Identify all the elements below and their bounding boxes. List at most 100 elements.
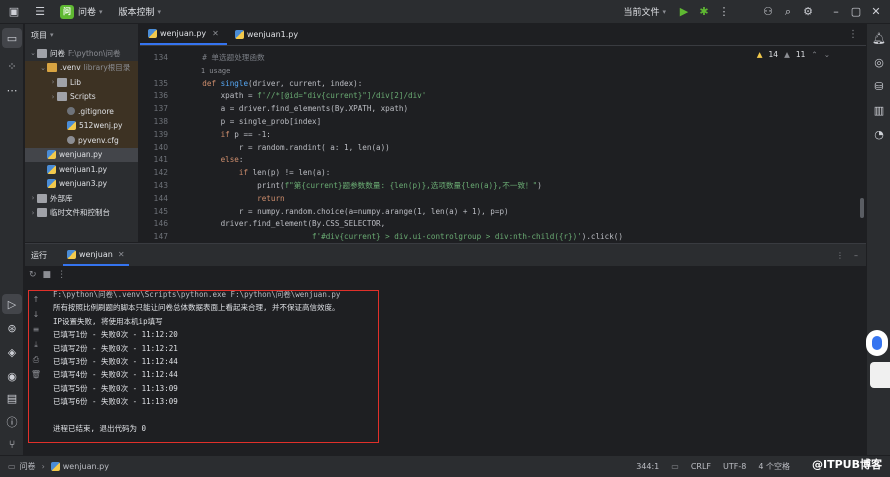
hamburger-icon[interactable]: ☰: [30, 2, 50, 22]
cursor-position[interactable]: 344:1: [636, 462, 659, 471]
tree-item[interactable]: › Scripts: [25, 89, 138, 104]
run-panel-header: 运行 wenjuan ✕ ⋮ –: [25, 244, 866, 266]
line-number: 143: [153, 180, 168, 190]
vcs-menu[interactable]: 版本控制 ▾: [119, 0, 162, 24]
problems-icon[interactable]: ⓘ: [2, 412, 22, 432]
code-line[interactable]: a = driver.find_elements(By.XPATH, xpath…: [184, 103, 836, 116]
code-line[interactable]: print(f"第{current}题参数数量: {len(p)},选项数量{l…: [184, 180, 836, 193]
close-icon[interactable]: ✕: [866, 2, 886, 22]
close-icon[interactable]: ✕: [212, 29, 219, 38]
tree-item[interactable]: › Lib: [25, 75, 138, 90]
tree-item-label: 512wenj.py: [79, 121, 123, 131]
project-badge: 问: [60, 4, 74, 19]
tree-item[interactable]: › 临时文件和控制台: [25, 206, 138, 221]
indent-setting[interactable]: 4 个空格: [758, 461, 790, 472]
chevron-right-icon[interactable]: ›: [29, 209, 37, 217]
tree-item[interactable]: ⌄ .venv library根目录: [25, 60, 138, 75]
tab-wenjuan-py[interactable]: wenjuan.py ✕: [140, 24, 227, 45]
more-icon[interactable]: ⋮: [57, 270, 66, 280]
close-icon[interactable]: ✕: [118, 250, 125, 259]
code-line[interactable]: # 单选题处理函数: [184, 52, 836, 65]
run-tab[interactable]: wenjuan ✕: [63, 244, 129, 266]
code-line[interactable]: def single(driver, current, index):: [184, 78, 836, 91]
python-file-icon: [67, 121, 76, 131]
line-number: 136: [153, 91, 168, 101]
code-content[interactable]: # 单选题处理函数 1 usage def single(driver, cur…: [184, 52, 836, 242]
code-line[interactable]: else:: [184, 154, 836, 167]
chevron-down-icon[interactable]: ⌄: [39, 64, 47, 72]
terminal-icon[interactable]: ▤: [2, 388, 22, 408]
python-file-icon: [47, 164, 56, 174]
tree-item[interactable]: wenjuan1.py: [25, 162, 138, 177]
more-icon[interactable]: ⋮: [836, 251, 844, 260]
code-line[interactable]: if len(p) != len(a):: [184, 167, 836, 180]
tree-item-label: wenjuan3.py: [59, 179, 108, 189]
code-line[interactable]: r = random.randint( a: 1, len(a)): [184, 142, 836, 155]
run-icon[interactable]: ▶: [674, 2, 694, 22]
database-icon[interactable]: ⛁: [869, 76, 889, 96]
editor-scrollbar[interactable]: [860, 198, 864, 218]
ai-assistant-icon[interactable]: ◎: [869, 52, 889, 72]
more-tools-icon[interactable]: ⋯: [2, 80, 22, 100]
services-icon[interactable]: ◉: [2, 366, 22, 386]
breadcrumb-root[interactable]: 问卷: [20, 461, 36, 472]
tree-item[interactable]: ⌄ 问卷 F:\python\问卷: [25, 46, 138, 61]
tree-item-label: 问卷: [50, 48, 65, 58]
minimize-panel-icon[interactable]: –: [854, 251, 858, 260]
code-line[interactable]: p = single_prob[index]: [184, 116, 836, 129]
project-panel-header[interactable]: 项目 ▾: [25, 24, 138, 46]
floating-side-panel-icon[interactable]: [870, 362, 890, 388]
watermark: @ITPUB博客: [812, 458, 882, 471]
sciview-icon[interactable]: ▥: [869, 100, 889, 120]
code-line[interactable]: return: [184, 193, 836, 206]
rerun-icon[interactable]: ↻: [29, 270, 37, 280]
tab-label: wenjuan.py: [160, 28, 207, 38]
coverage-icon[interactable]: ◔: [869, 124, 889, 144]
tree-item[interactable]: wenjuan.py: [25, 147, 138, 162]
settings-icon[interactable]: ⚙: [798, 2, 818, 22]
code-line[interactable]: f'#div{current} > div.ui-controlgroup > …: [184, 231, 836, 242]
python-packages-icon[interactable]: ⊛: [2, 318, 22, 338]
run-config-selector[interactable]: 当前文件 ▾: [623, 0, 666, 24]
code-line[interactable]: r = numpy.random.choice(a=numpy.arange(1…: [184, 206, 836, 219]
tree-item[interactable]: › 外部库: [25, 191, 138, 206]
notifications-icon[interactable]: 🔔︎: [869, 28, 889, 48]
python-file-icon: [47, 150, 56, 160]
code-line[interactable]: xpath = f'//*[@id="div{current}"]/div[2]…: [184, 90, 836, 103]
maximize-icon[interactable]: ▢: [846, 2, 866, 22]
debug-icon[interactable]: ✱: [694, 2, 714, 22]
chevron-down-icon: ▾: [50, 31, 54, 39]
encoding[interactable]: UTF-8: [723, 462, 746, 471]
tree-item[interactable]: .gitignore: [25, 104, 138, 119]
chevron-right-icon[interactable]: ›: [49, 78, 57, 86]
chevron-right-icon[interactable]: ›: [49, 93, 57, 101]
layers-icon[interactable]: ◈: [2, 342, 22, 362]
chevron-right-icon[interactable]: ›: [29, 194, 37, 202]
minimize-icon[interactable]: –: [826, 2, 846, 22]
vcs-status-icon[interactable]: ▭: [671, 462, 679, 471]
git-icon[interactable]: ⑂: [2, 434, 22, 454]
tab-overflow-icon[interactable]: ⋮: [848, 24, 858, 45]
more-icon[interactable]: ⋮: [714, 2, 734, 22]
tree-item[interactable]: wenjuan3.py: [25, 177, 138, 192]
run-toolbar: ↻ ■ ⋮: [25, 266, 866, 284]
code-line[interactable]: driver.find_element(By.CSS_SELECTOR,: [184, 218, 836, 231]
structure-tool-icon[interactable]: ⁘: [2, 56, 22, 76]
search-icon[interactable]: ⌕: [778, 2, 798, 22]
breadcrumb-file[interactable]: wenjuan.py: [63, 462, 109, 471]
chevron-right-icon: ›: [41, 462, 45, 471]
tree-item[interactable]: 512wenj.py: [25, 118, 138, 133]
run-tool-icon[interactable]: ▷: [2, 294, 22, 314]
floating-assistant-icon[interactable]: [866, 330, 888, 356]
line-ending[interactable]: CRLF: [691, 462, 711, 471]
code-line[interactable]: if p == -1:: [184, 129, 836, 142]
project-switcher[interactable]: 问 问卷 ▾: [60, 0, 103, 24]
stop-icon[interactable]: ■: [43, 270, 52, 280]
chevron-down-icon[interactable]: ⌄: [29, 49, 37, 57]
add-user-icon[interactable]: ⚇: [758, 2, 778, 22]
tree-item[interactable]: pyvenv.cfg: [25, 133, 138, 148]
code-line[interactable]: 1 usage: [184, 65, 836, 78]
tab-wenjuan1-py[interactable]: wenjuan1.py: [227, 24, 306, 45]
project-tool-icon[interactable]: ▭: [2, 28, 22, 48]
tree-item-label: Scripts: [70, 92, 96, 102]
